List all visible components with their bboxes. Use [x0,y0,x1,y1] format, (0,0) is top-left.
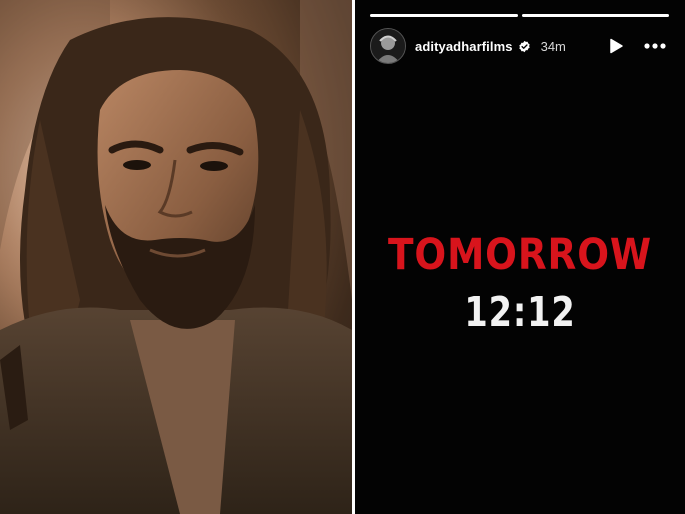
play-button[interactable] [605,35,627,57]
avatar[interactable] [370,28,406,64]
story-time-text: 12:12 [464,288,576,336]
story-progress-segment-1 [370,14,518,17]
actor-photo-illustration [0,0,352,514]
story-timestamp: 34m [540,38,566,54]
story-progress-fill-1 [370,14,518,17]
instagram-story[interactable]: adityadharfilms 34m TOMORROW 12:12 [355,0,685,514]
play-icon [610,38,623,54]
story-header: adityadharfilms 34m [370,28,667,64]
more-options-icon [644,43,666,49]
screenshot-frame: adityadharfilms 34m TOMORROW 12:12 [0,0,685,514]
verified-badge-icon [518,40,531,53]
story-headline-text: TOMORROW [388,230,652,280]
more-options-button[interactable] [643,35,667,57]
actor-photo [0,0,352,514]
story-progress-segment-2 [521,14,669,17]
avatar-image [371,29,405,63]
story-username[interactable]: adityadharfilms [415,39,513,54]
story-progress-fill-2 [521,14,669,17]
story-progress-bar [370,14,669,17]
